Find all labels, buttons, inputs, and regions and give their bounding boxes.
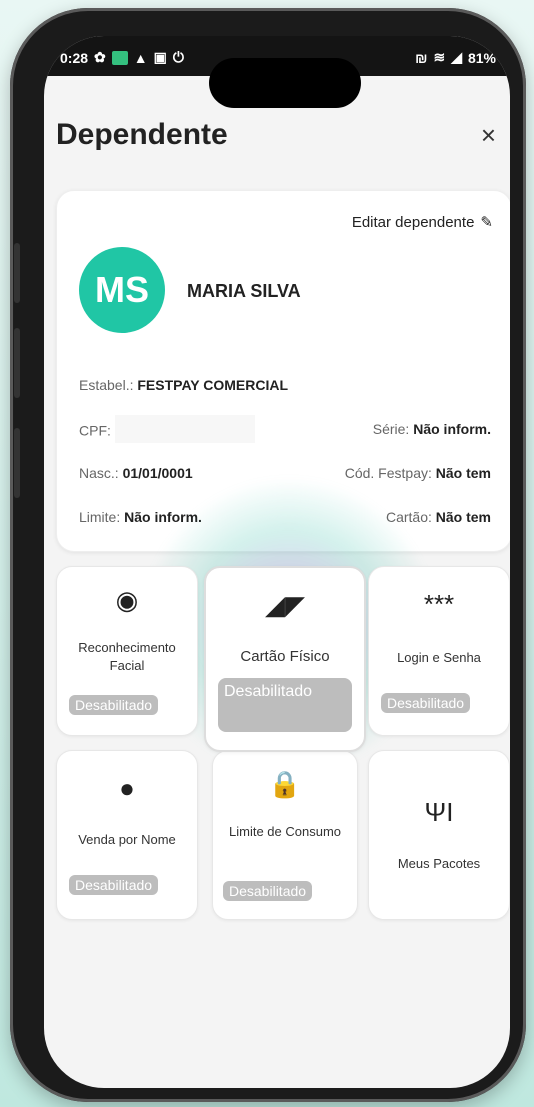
status-badge: Desabilitado: [218, 678, 352, 732]
signal-icon: ◢: [451, 49, 462, 65]
tile-login-password[interactable]: *** Login e Senha Desabilitado: [368, 566, 510, 736]
wifi-icon: ≋: [433, 49, 446, 65]
pencil-icon: ✎: [480, 214, 493, 231]
battery-level: 81%: [467, 49, 496, 66]
clock: 0:28: [60, 49, 89, 66]
status-badge: Desabilitado: [69, 875, 159, 895]
gear-icon: ✿: [94, 49, 106, 65]
password-icon: ***: [423, 589, 455, 619]
close-icon[interactable]: ×: [481, 120, 496, 151]
dynamic-island: [209, 58, 361, 108]
phone-frame: 0:28 ✿ ▲ ▣ ⏻ ₪ ≋ ◢ 81% Dependente × Edit…: [10, 8, 526, 1102]
estabel-row: Estabel.: FESTPAY COMERCIAL: [79, 377, 289, 393]
nfc-icon: ₪: [415, 49, 428, 66]
app-screen: 0:28 ✿ ▲ ▣ ⏻ ₪ ≋ ◢ 81% Dependente × Edit…: [44, 36, 510, 1088]
page-title: Dependente: [56, 118, 228, 151]
status-badge: Desabilitado: [381, 693, 471, 713]
volume-button: [14, 243, 20, 303]
status-badge: Desabilitado: [69, 695, 159, 715]
app-notification-icon: [111, 50, 128, 65]
cpf-masked-value: [114, 415, 255, 443]
page-header: Dependente ×: [56, 118, 496, 162]
tile-facial-recognition[interactable]: ◉ Reconhecimento Facial Desabilitado: [56, 566, 198, 736]
volume-button-2: [14, 328, 20, 398]
message-icon: ▣: [153, 49, 167, 65]
tile-consumption-limit[interactable]: 🔒 Limite de Consumo Desabilitado: [212, 750, 358, 920]
person-icon: ●: [119, 773, 135, 803]
edit-dependent-link[interactable]: Editar dependente ✎: [351, 213, 493, 232]
tile-physical-card[interactable]: ◢◤ Cartão Físico Desabilitado: [204, 566, 366, 752]
lock-icon: 🔒: [268, 769, 302, 799]
cpf-row: CPF: Série: Não inform.: [79, 415, 491, 443]
fork-knife-icon: ΨΙ: [424, 797, 454, 827]
face-scan-icon: ◉: [115, 585, 139, 615]
tile-my-packages[interactable]: ΨΙ Meus Pacotes: [368, 750, 510, 920]
power-icon: ⏻: [172, 49, 184, 65]
power-button: [14, 428, 20, 498]
dependent-name: MARIA SILVA: [187, 281, 301, 301]
status-badge: Desabilitado: [223, 881, 313, 901]
tile-sale-by-name[interactable]: ● Venda por Nome Desabilitado: [56, 750, 198, 920]
cards-icon: ◢◤: [265, 590, 305, 620]
edit-dependent-label: Editar dependente: [351, 213, 475, 231]
warning-icon: ▲: [133, 49, 148, 66]
avatar: MS: [79, 247, 165, 333]
